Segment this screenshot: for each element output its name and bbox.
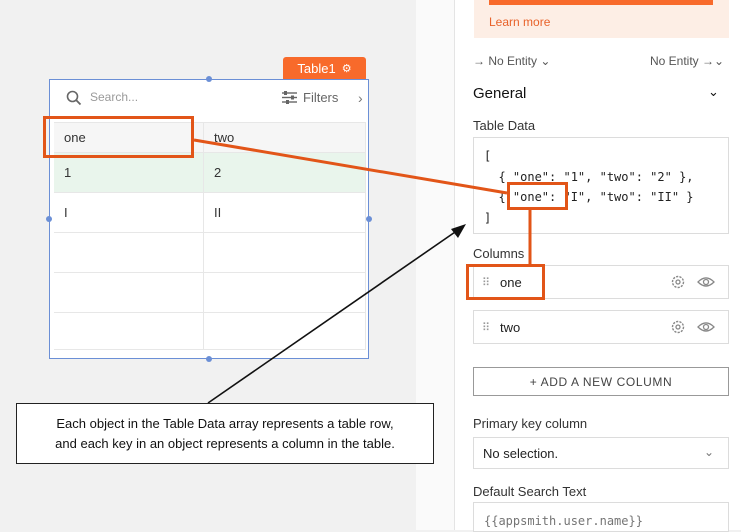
table-cell xyxy=(54,313,204,349)
table-cell: 1 xyxy=(54,153,204,192)
table-row[interactable] xyxy=(54,273,366,313)
entity-selector-left[interactable]: → No Entity ⌄ xyxy=(473,54,550,68)
filters-label: Filters xyxy=(303,90,339,105)
resize-handle-left[interactable] xyxy=(46,216,52,222)
entity-selector-right[interactable]: No Entity →⌄ xyxy=(650,54,724,68)
table-cell xyxy=(54,273,204,312)
table-row[interactable] xyxy=(54,233,366,273)
primary-key-select[interactable]: No selection. ⌄ xyxy=(473,437,729,469)
table-search-input[interactable]: Search... xyxy=(90,90,138,104)
table-cell: I xyxy=(54,193,204,232)
column-header-two[interactable]: two xyxy=(204,123,366,152)
resize-handle-bottom[interactable] xyxy=(206,356,212,362)
table-row[interactable] xyxy=(54,313,366,350)
filters-button[interactable]: Filters xyxy=(282,90,338,105)
add-new-column-button[interactable]: + ADD A NEW COLUMN xyxy=(473,367,729,396)
eye-icon[interactable] xyxy=(697,320,715,334)
primary-key-value: No selection. xyxy=(483,445,559,461)
table-row[interactable]: I II xyxy=(54,193,366,233)
banner-action-button[interactable] xyxy=(489,0,713,5)
column-item-label: two xyxy=(500,319,521,335)
collapse-chevron-icon[interactable]: ⌄ xyxy=(708,84,719,100)
highlight-box-header xyxy=(43,116,194,158)
filter-sliders-icon xyxy=(282,91,297,104)
callout-line-2: and each key in an object represents a c… xyxy=(55,435,395,451)
resize-handle-right[interactable] xyxy=(366,216,372,222)
table-cell xyxy=(204,273,366,312)
chevron-down-icon: ⌄ xyxy=(703,445,714,459)
drag-handle-icon[interactable]: ⠿ xyxy=(482,321,496,334)
column-item-two[interactable]: ⠿ two xyxy=(473,310,729,344)
table-cell: 2 xyxy=(204,153,366,192)
learn-more-link[interactable]: Learn more xyxy=(489,15,550,29)
columns-label: Columns xyxy=(473,246,525,261)
gear-icon[interactable] xyxy=(670,274,686,290)
highlight-box-column xyxy=(466,264,545,300)
gear-icon[interactable]: ⚙ xyxy=(342,62,352,75)
highlight-box-code-key xyxy=(507,182,568,210)
table-data-label: Table Data xyxy=(473,118,536,133)
eye-icon[interactable] xyxy=(697,275,715,289)
table-cell: II xyxy=(204,193,366,232)
default-search-input[interactable] xyxy=(473,502,729,532)
widget-name: Table1 xyxy=(297,60,336,76)
callout-line-1: Each object in the Table Data array repr… xyxy=(56,415,394,431)
gear-icon[interactable] xyxy=(670,319,686,335)
resize-handle-top[interactable] xyxy=(206,76,212,82)
table-cell xyxy=(54,233,204,272)
section-title-general: General xyxy=(473,85,527,102)
table-cell xyxy=(204,313,366,349)
widget-name-tag[interactable]: Table1 ⚙ xyxy=(283,57,366,79)
table-cell xyxy=(204,233,366,272)
search-icon xyxy=(66,90,82,106)
default-search-label: Default Search Text xyxy=(473,484,587,499)
more-chevron-icon[interactable]: › xyxy=(358,90,363,106)
annotation-callout: Each object in the Table Data array repr… xyxy=(16,403,434,464)
table-row[interactable]: 1 2 xyxy=(54,153,366,193)
primary-key-label: Primary key column xyxy=(473,416,588,431)
